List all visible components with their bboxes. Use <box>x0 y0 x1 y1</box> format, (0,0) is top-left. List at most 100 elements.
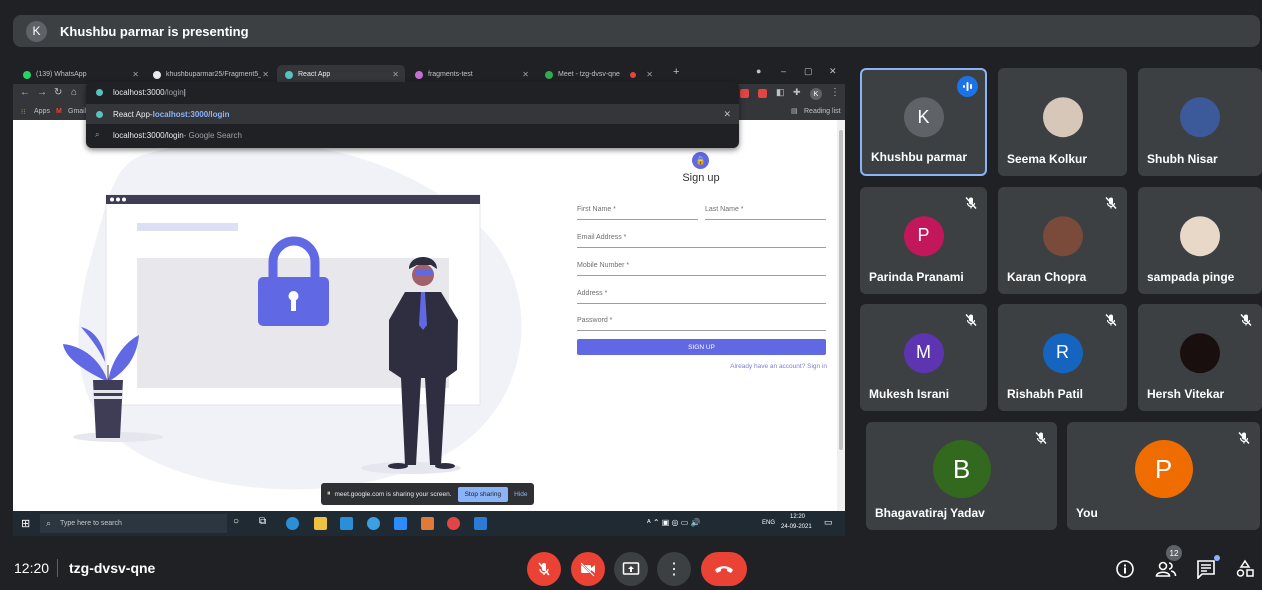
bookmark-apps[interactable]: Apps <box>34 108 50 115</box>
page-scrollbar[interactable] <box>837 120 845 511</box>
close-icon[interactable]: ✕ <box>132 70 139 79</box>
camera-off-button[interactable] <box>571 552 605 586</box>
close-icon[interactable]: ✕ <box>646 70 653 79</box>
vscode-icon[interactable] <box>474 517 487 530</box>
windows-start-icon[interactable]: ⊞ <box>21 517 30 530</box>
chat-button[interactable] <box>1195 555 1220 580</box>
forward-icon[interactable]: → <box>37 87 47 98</box>
participant-tile[interactable]: R Rishabh Patil <box>998 304 1127 411</box>
participant-tile[interactable]: P Parinda Pranami <box>860 187 987 294</box>
suggestion-react-app[interactable]: React App - localhost:3000/login ✕ <box>86 104 739 124</box>
address-field[interactable]: Address * <box>577 290 826 304</box>
muted-mic-icon <box>1239 313 1253 327</box>
extension-icon[interactable] <box>740 89 749 98</box>
profile-avatar[interactable]: K <box>810 88 822 100</box>
meeting-code: tzg-dvsv-qne <box>69 560 156 576</box>
web-page: 🔒 Sign up First Name * Last Name * Email… <box>13 120 845 511</box>
mobile-field[interactable]: Mobile Number * <box>577 262 826 276</box>
maximize-icon[interactable]: ▢ <box>804 66 813 77</box>
first-name-field[interactable]: First Name * <box>577 206 698 220</box>
chrome-icon[interactable] <box>447 517 460 530</box>
mail-icon[interactable] <box>340 517 353 530</box>
zoom-icon[interactable] <box>394 517 407 530</box>
close-icon[interactable]: ✕ <box>262 70 269 79</box>
participant-tile[interactable]: Hersh Vitekar <box>1138 304 1262 411</box>
app-icon[interactable] <box>421 517 434 530</box>
close-icon[interactable]: ✕ <box>392 70 399 79</box>
participant-tile[interactable]: sampada pinge <box>1138 187 1262 294</box>
extension-icon[interactable]: ◧ <box>776 87 785 98</box>
task-view-icon[interactable]: ⧉ <box>259 516 266 527</box>
reload-icon[interactable]: ↻ <box>54 87 62 98</box>
notification-icon[interactable]: ▭ <box>824 517 833 528</box>
search-icon: ⌕ <box>95 130 100 139</box>
close-icon[interactable]: ✕ <box>723 109 731 120</box>
participant-avatar: R <box>1042 332 1083 373</box>
participant-tile[interactable]: Shubh Nisar <box>1138 68 1262 176</box>
info-icon <box>1116 560 1134 578</box>
search-icon: ⌕ <box>46 518 52 528</box>
shared-screen: (139) WhatsApp ✕ khushbuparmar25/Fragmen… <box>13 62 845 536</box>
activities-button[interactable] <box>1234 558 1256 580</box>
participant-tile[interactable]: M Mukesh Israni <box>860 304 987 411</box>
puzzle-icon[interactable]: ✚ <box>793 87 801 98</box>
gmail-icon: M <box>56 108 62 115</box>
present-screen-button[interactable] <box>614 552 648 586</box>
participant-name: Bhagavatiraj Yadav <box>875 506 985 520</box>
people-button[interactable] <box>1155 558 1177 580</box>
hide-button[interactable]: Hide <box>514 491 527 498</box>
taskbar-search[interactable]: ⌕ Type here to search <box>40 514 227 533</box>
github-icon <box>153 70 161 79</box>
share-message: meet.google.com is sharing your screen. <box>334 490 452 498</box>
lock-icon: 🔒 <box>692 152 709 169</box>
password-field[interactable]: Password * <box>577 317 826 331</box>
extension-icon[interactable] <box>758 89 767 98</box>
participant-tile[interactable]: Seema Kolkur <box>998 68 1127 176</box>
participant-tile[interactable]: P You <box>1067 422 1260 530</box>
windows-taskbar: ⊞ ⌕ Type here to search ○ ⧉ ᴬ ⌃ ▣ ◎ ▭ 🔊 … <box>13 511 845 536</box>
participant-tile[interactable]: B Bhagavatiraj Yadav <box>866 422 1057 530</box>
mic-off-button[interactable] <box>527 552 561 586</box>
omnibox-dropdown: localhost:3000/login| React App - localh… <box>86 82 739 148</box>
participant-name: Karan Chopra <box>1007 270 1087 284</box>
signup-form: 🔒 Sign up First Name * Last Name * Email… <box>560 120 845 511</box>
email-field[interactable]: Email Address * <box>577 234 826 248</box>
react-icon <box>96 89 103 96</box>
extension-icon[interactable]: ● <box>756 66 761 76</box>
signup-button[interactable]: SIGN UP <box>577 339 826 355</box>
back-icon[interactable]: ← <box>20 87 30 98</box>
meeting-details-button[interactable] <box>1114 558 1136 580</box>
person-glasses <box>415 270 433 275</box>
suggestion-google-search[interactable]: ⌕ localhost:3000/login - Google Search <box>86 125 739 145</box>
leave-call-button[interactable] <box>701 552 747 586</box>
close-window-icon[interactable]: ✕ <box>829 66 837 77</box>
more-options-button[interactable]: ⋮ <box>657 552 691 586</box>
language-indicator[interactable]: ENG <box>762 520 775 526</box>
new-tab-button[interactable]: + <box>673 66 679 78</box>
address-input[interactable]: localhost:3000/login| <box>113 88 186 97</box>
edge-icon[interactable] <box>286 517 299 530</box>
whatsapp-icon <box>23 70 31 79</box>
browser-icon[interactable] <box>367 517 380 530</box>
participant-avatar <box>1180 332 1220 373</box>
menu-icon[interactable]: ⋮ <box>830 87 840 98</box>
close-icon[interactable]: ✕ <box>522 70 529 79</box>
system-tray-icons[interactable]: ᴬ ⌃ ▣ ◎ ▭ 🔊 <box>647 518 701 527</box>
participant-name: Hersh Vitekar <box>1147 387 1225 401</box>
cortana-icon[interactable]: ○ <box>233 516 239 527</box>
firebase-icon <box>415 70 423 79</box>
minimize-icon[interactable]: – <box>781 66 786 76</box>
file-explorer-icon[interactable] <box>314 517 327 530</box>
muted-mic-icon <box>1237 431 1251 445</box>
reading-list[interactable]: Reading list <box>804 108 841 115</box>
home-icon[interactable]: ⌂ <box>71 87 77 98</box>
signin-link[interactable]: Already have an account? Sign in <box>730 363 827 370</box>
bookmark-gmail[interactable]: Gmail <box>68 108 86 115</box>
participant-tile[interactable]: Karan Chopra <box>998 187 1127 294</box>
participant-tile[interactable]: K Khushbu parmar <box>860 68 987 176</box>
presenting-banner: K Khushbu parmar is presenting <box>13 15 1260 47</box>
last-name-field[interactable]: Last Name * <box>705 206 826 220</box>
participant-name: Khushbu parmar <box>871 150 968 164</box>
stop-sharing-button[interactable]: Stop sharing <box>457 486 509 502</box>
participant-avatar: K <box>903 97 944 138</box>
